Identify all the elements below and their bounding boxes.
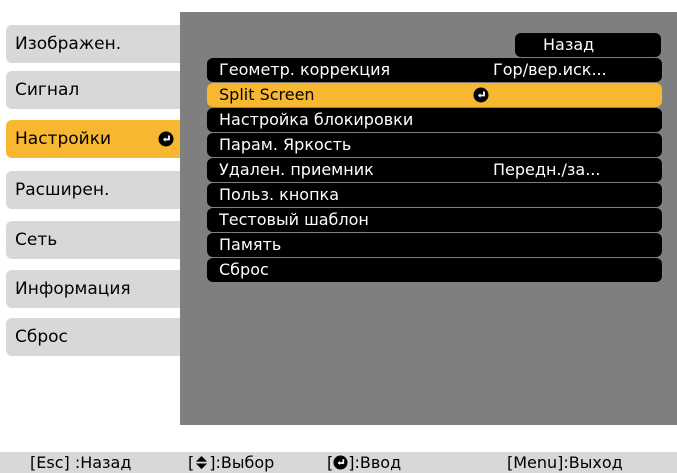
menu-tab-label: Сброс bbox=[15, 327, 68, 347]
help-enter-text: ]:Ввод bbox=[348, 453, 402, 472]
menu-row-user-button[interactable]: Польз. кнопка bbox=[207, 183, 662, 207]
help-select: []:Выбор bbox=[188, 452, 274, 473]
row-value: Гор/вер.иск... bbox=[493, 60, 607, 79]
menu-tab-signal[interactable]: Сигнал bbox=[6, 71, 182, 109]
row-label: Память bbox=[219, 235, 282, 254]
enter-icon bbox=[473, 87, 489, 103]
help-enter: []:Ввод bbox=[327, 452, 401, 473]
menu-row-reset[interactable]: Сброс bbox=[207, 258, 662, 282]
menu-row-split-screen[interactable]: Split Screen bbox=[207, 83, 662, 107]
help-menu-exit: [Menu]:Выход bbox=[507, 453, 623, 472]
menu-tab-settings[interactable]: Настройки bbox=[6, 120, 182, 158]
row-label: Split Screen bbox=[219, 85, 315, 104]
menu-tab-info[interactable]: Информация bbox=[6, 270, 182, 308]
row-label: Польз. кнопка bbox=[219, 185, 339, 204]
menu-row-memory[interactable]: Память bbox=[207, 233, 662, 257]
menu-tab-label: Расширен. bbox=[15, 180, 110, 200]
menu-tab-reset[interactable]: Сброс bbox=[6, 318, 182, 356]
row-label: Настройка блокировки bbox=[219, 110, 414, 129]
menu-row-lock-settings[interactable]: Настройка блокировки bbox=[207, 108, 662, 132]
help-select-text: ]:Выбор bbox=[209, 453, 275, 472]
row-label: Удален. приемник bbox=[219, 160, 374, 179]
updown-arrow-icon bbox=[196, 455, 208, 470]
back-button-label: Назад bbox=[543, 35, 595, 54]
enter-icon bbox=[333, 455, 348, 470]
menu-row-remote-receiver[interactable]: Удален. приемник Передн./за... bbox=[207, 158, 662, 182]
help-bar: [Esc] :Назад []:Выбор []:Ввод [Menu]:Вых… bbox=[0, 452, 677, 473]
menu-tab-image[interactable]: Изображен. bbox=[6, 25, 182, 63]
menu-tab-label: Сеть bbox=[15, 230, 58, 250]
help-esc-back: [Esc] :Назад bbox=[30, 453, 132, 472]
row-label: Парам. Яркость bbox=[219, 135, 352, 154]
menu-row-brightness[interactable]: Парам. Яркость bbox=[207, 133, 662, 157]
menu-tab-label: Информация bbox=[15, 279, 131, 299]
menu-tab-network[interactable]: Сеть bbox=[6, 221, 182, 259]
menu-row-geometry[interactable]: Геометр. коррекция Гор/вер.иск... bbox=[207, 58, 662, 82]
row-label: Сброс bbox=[219, 260, 269, 279]
enter-icon bbox=[158, 131, 174, 147]
menu-tab-label: Сигнал bbox=[15, 80, 80, 100]
menu-tab-label: Изображен. bbox=[15, 34, 122, 54]
row-label: Тестовый шаблон bbox=[219, 210, 369, 229]
row-label: Геометр. коррекция bbox=[219, 60, 391, 79]
settings-panel: Назад Геометр. коррекция Гор/вер.иск... … bbox=[180, 12, 677, 425]
menu-tab-extended[interactable]: Расширен. bbox=[6, 171, 182, 209]
menu-row-test-pattern[interactable]: Тестовый шаблон bbox=[207, 208, 662, 232]
back-button[interactable]: Назад bbox=[515, 33, 661, 57]
menu-tab-label: Настройки bbox=[15, 129, 112, 149]
row-value: Передн./за... bbox=[493, 160, 601, 179]
